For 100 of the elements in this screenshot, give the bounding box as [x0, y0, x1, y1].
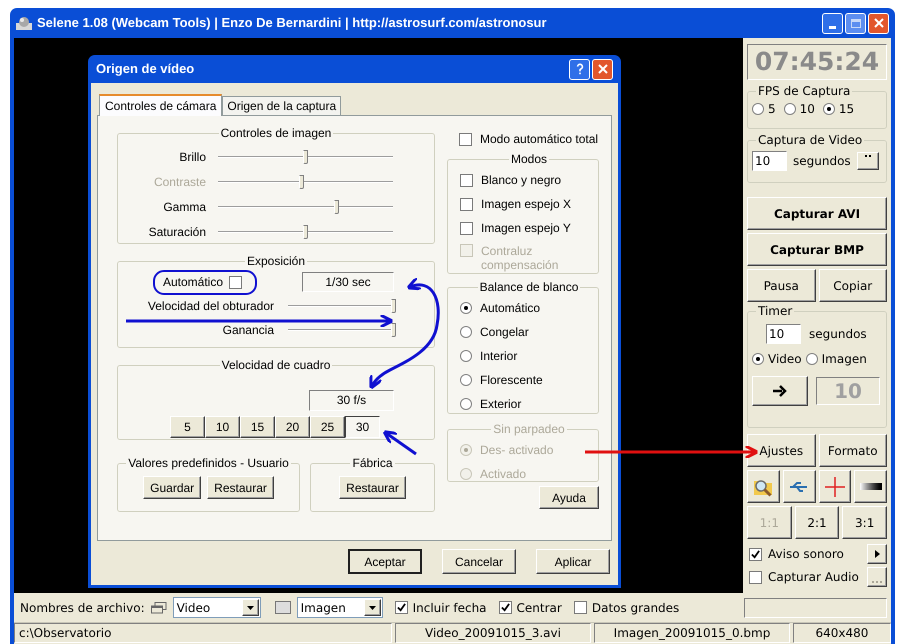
copy-button[interactable]: Copiar	[818, 269, 887, 302]
option-label: Interior	[480, 348, 518, 365]
radio-button[interactable]	[752, 103, 764, 115]
checkbox[interactable]	[394, 601, 408, 614]
group-title: Timer	[757, 303, 794, 320]
checkbox[interactable]	[460, 198, 473, 210]
dropdown[interactable]: Imagen	[296, 597, 383, 618]
checkbox[interactable]	[460, 222, 473, 234]
checkbox[interactable]	[749, 548, 762, 560]
frame-rate-readout: 30 f/s	[309, 390, 394, 411]
image-frame-icon	[274, 601, 291, 614]
maximize-button[interactable]	[845, 12, 866, 34]
checkbox[interactable]	[460, 174, 473, 186]
option-label: 10	[800, 101, 815, 118]
radio-button[interactable]	[806, 353, 818, 365]
checkbox[interactable]	[498, 601, 512, 614]
close-icon	[874, 18, 884, 28]
group-title: Fábrica	[351, 455, 394, 472]
format-button[interactable]: Formato	[818, 434, 887, 467]
slider-label: Velocidad del obturador	[146, 298, 275, 315]
zoom-button[interactable]: 2:1	[794, 506, 840, 539]
frame-rate-button[interactable]: 25	[310, 416, 345, 438]
crosshair-button[interactable]	[818, 470, 852, 503]
preset-button[interactable]: Guardar	[143, 476, 202, 499]
capture-bmp-button[interactable]: Capturar BMP	[747, 233, 887, 266]
radio-button[interactable]	[752, 353, 764, 365]
radio-button[interactable]	[460, 326, 472, 338]
slider[interactable]	[288, 320, 396, 340]
timer-field[interactable]: 10	[766, 324, 801, 344]
minimize-button[interactable]	[822, 12, 843, 34]
slider-thumb[interactable]	[390, 323, 396, 337]
dialog-button[interactable]: Aplicar	[536, 549, 610, 574]
option-label: Des- activado	[480, 442, 554, 459]
checkbox[interactable]	[229, 276, 242, 288]
radio-button[interactable]	[460, 350, 472, 362]
checkbox[interactable]	[459, 132, 472, 146]
dropdown[interactable]: Video	[172, 597, 261, 618]
frame-rate-button[interactable]: 20	[275, 416, 310, 438]
tab[interactable]: Controles de cámara	[99, 94, 222, 116]
radio-button[interactable]	[460, 302, 472, 314]
slider[interactable]	[288, 296, 396, 316]
checkbox[interactable]	[574, 601, 587, 614]
frame-rate-button[interactable]: 30	[345, 416, 380, 438]
maximize-icon	[850, 18, 860, 28]
tab[interactable]: Origen de la captura	[222, 96, 342, 115]
play-icon	[874, 550, 880, 558]
zoom-button[interactable]: 3:1	[842, 506, 888, 539]
slider-thumb[interactable]	[390, 299, 396, 313]
options-button[interactable]	[856, 152, 879, 170]
option-label: Imagen	[822, 351, 867, 368]
pause-button[interactable]: Pausa	[747, 269, 816, 302]
group-title: Sin parpadeo	[492, 421, 566, 438]
usb-icon	[790, 482, 808, 492]
slider-label: Contraste	[152, 174, 207, 190]
radio-button[interactable]	[460, 398, 472, 410]
group-title: Modos	[510, 151, 548, 168]
close-icon	[598, 64, 608, 74]
connect-button[interactable]	[782, 470, 816, 503]
status-cell: Video_20091015_3.avi	[395, 623, 591, 643]
frame-rate-button[interactable]: 10	[205, 416, 240, 438]
group-title: Controles de imagen	[220, 125, 332, 142]
close-button[interactable]	[592, 58, 613, 80]
dropdown-value: Imagen	[300, 600, 347, 616]
dialog-button[interactable]: Cancelar	[442, 549, 516, 574]
radio-button[interactable]	[460, 374, 472, 386]
option-label: Centrar	[516, 600, 562, 616]
start-button[interactable]	[752, 376, 808, 406]
capture-avi-button[interactable]: Capturar AVI	[747, 197, 887, 230]
option-label: Contraluz compensación	[481, 244, 560, 272]
option-label: Automático	[162, 274, 223, 291]
option-label: Imagen espejo Y	[481, 221, 571, 235]
radio-button[interactable]	[822, 103, 835, 115]
option-label: Blanco y negro	[481, 173, 562, 187]
checkbox[interactable]	[749, 570, 762, 584]
frame-rate-button[interactable]: 5	[170, 416, 205, 438]
exposure-readout: 1/30 sec	[302, 272, 394, 292]
audio-options-button[interactable]	[867, 567, 887, 587]
help-text-button[interactable]: Ayuda	[539, 486, 599, 509]
zoom-tool-button[interactable]	[747, 470, 780, 503]
arrow-right-icon	[773, 385, 787, 397]
preset-button[interactable]: Restaurar	[207, 476, 274, 499]
countdown-display: 10	[816, 377, 880, 405]
help-button[interactable]	[569, 58, 590, 80]
status-cell: 640x480	[793, 623, 891, 643]
dialog-button[interactable]: Aceptar	[348, 549, 422, 574]
help-icon	[576, 63, 584, 75]
windows-icon	[150, 602, 167, 614]
slider-thumb[interactable]	[302, 150, 308, 164]
seconds-field[interactable]: 10	[752, 151, 787, 171]
slider-thumb[interactable]	[302, 224, 308, 238]
slider-label: Gamma	[162, 198, 207, 216]
play-button[interactable]	[867, 544, 887, 564]
slider-thumb[interactable]	[334, 200, 339, 214]
close-button[interactable]	[868, 12, 889, 34]
frame-rate-button[interactable]: 15	[240, 416, 275, 438]
option-label: Modo automático total	[480, 131, 598, 148]
gradient-button[interactable]	[854, 470, 887, 503]
radio-button[interactable]	[784, 103, 796, 115]
settings-button[interactable]: Ajustes	[747, 434, 816, 467]
restore-button[interactable]: Restaurar	[339, 476, 406, 499]
